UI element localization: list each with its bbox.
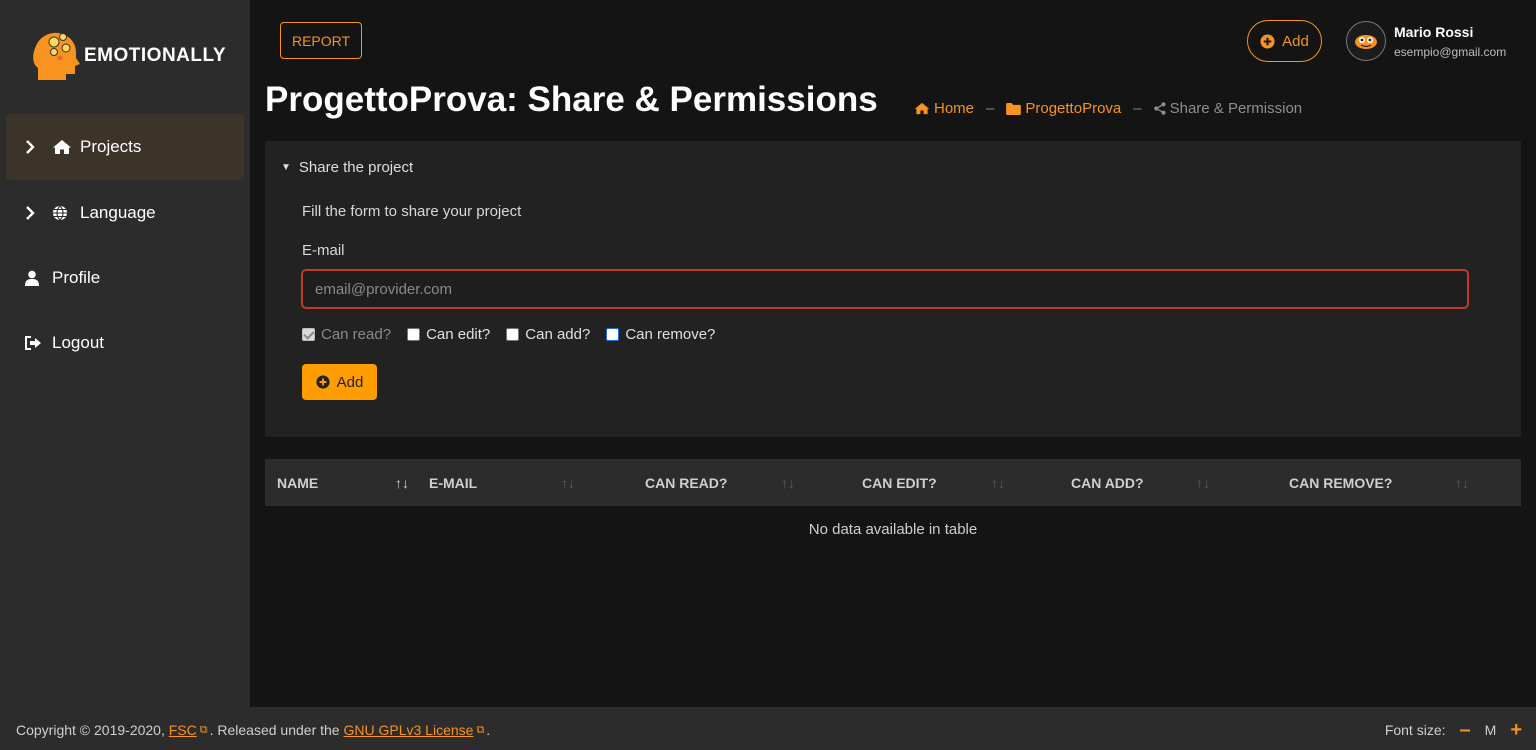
license-link[interactable]: GNU GPLv3 License: [343, 722, 473, 738]
user-info: Mario Rossi esempio@gmail.com: [1394, 24, 1506, 59]
page-title: ProgettoProva: Share & Permissions: [265, 80, 878, 119]
breadcrumb-label: ProgettoProva: [1025, 100, 1122, 117]
breadcrumb-project[interactable]: ProgettoProva: [1006, 100, 1121, 117]
sidebar-item-logout[interactable]: Logout: [6, 310, 244, 376]
user-menu[interactable]: Mario Rossi esempio@gmail.com: [1346, 20, 1526, 62]
breadcrumb-separator: –: [1133, 100, 1142, 117]
can-add-checkbox[interactable]: Can add?: [506, 326, 590, 343]
home-icon: [914, 102, 930, 115]
column-header-can-read[interactable]: CAN READ?: [645, 459, 727, 506]
sidebar-item-label: Logout: [52, 333, 104, 352]
checkbox-box[interactable]: [606, 328, 620, 341]
email-label: E-mail: [302, 242, 345, 259]
sidebar-item-profile[interactable]: Profile: [6, 245, 244, 311]
chevron-right-icon: [24, 139, 44, 155]
permission-checkboxes: Can read? Can edit? Can add? Can remove?: [302, 326, 731, 343]
sort-icon[interactable]: ↑↓: [991, 459, 1005, 506]
breadcrumb: Home – ProgettoProva – Share & Permissio…: [914, 100, 1302, 117]
plus-circle-icon: [316, 375, 330, 389]
breadcrumb-home[interactable]: Home: [914, 100, 974, 117]
share-project-summary: Share the project: [298, 159, 414, 176]
folder-icon: [1006, 102, 1022, 115]
user-icon: [24, 270, 44, 286]
column-header-can-edit[interactable]: CAN EDIT?: [862, 459, 937, 506]
column-header-email[interactable]: E-MAIL: [429, 459, 477, 506]
permissions-table: NAME ↑↓ E-MAIL ↑↓ CAN READ? ↑↓ CAN EDIT?…: [265, 459, 1521, 552]
email-field[interactable]: [301, 269, 1469, 309]
add-project-label: Add: [1282, 32, 1309, 50]
checkbox-box: [302, 328, 315, 341]
sidebar-item-label: Profile: [52, 268, 101, 287]
brand[interactable]: EMOTIONALLY: [30, 26, 240, 86]
home-icon: [52, 139, 72, 155]
font-size-increase-button[interactable]: +: [1510, 720, 1522, 740]
sort-icon[interactable]: ↑↓: [781, 459, 795, 506]
sidebar: EMOTIONALLY Projects Language Profile Lo…: [0, 0, 250, 707]
can-read-checkbox: Can read?: [302, 326, 391, 343]
avatar: [1346, 21, 1386, 61]
column-header-can-add[interactable]: CAN ADD?: [1071, 459, 1144, 506]
end-text: .: [486, 722, 491, 738]
user-name: Mario Rossi: [1394, 23, 1474, 40]
checkbox-label: Can remove?: [625, 326, 716, 343]
table-empty-message: No data available in table: [808, 520, 978, 538]
font-size-controls: Font size: – M +: [1385, 720, 1522, 740]
share-project-card: ▼ Share the project Fill the form to sha…: [265, 141, 1521, 437]
sidebar-item-label: Language: [80, 203, 156, 222]
footer-copyright: Copyright © 2019-2020, FSC ⧉ . Released …: [16, 722, 490, 738]
table-header: NAME ↑↓ E-MAIL ↑↓ CAN READ? ↑↓ CAN EDIT?…: [265, 459, 1521, 506]
column-header-name[interactable]: NAME: [277, 459, 318, 506]
column-header-can-remove[interactable]: CAN REMOVE?: [1289, 459, 1392, 506]
checkbox-label: Can edit?: [426, 326, 491, 343]
checkbox-label: Can read?: [321, 326, 392, 343]
sort-icon[interactable]: ↑↓: [561, 459, 575, 506]
sort-icon[interactable]: ↑↓: [1455, 459, 1469, 506]
sidebar-item-projects[interactable]: Projects: [6, 114, 244, 180]
form-description: Fill the form to share your project: [302, 203, 522, 220]
can-remove-checkbox[interactable]: Can remove?: [606, 326, 715, 343]
plus-circle-icon: [1260, 33, 1275, 49]
add-permission-label: Add: [336, 373, 364, 391]
footer: Copyright © 2019-2020, FSC ⧉ . Released …: [0, 707, 1536, 750]
checkbox-box[interactable]: [506, 328, 520, 341]
font-size-label: Font size:: [1384, 722, 1446, 738]
can-edit-checkbox[interactable]: Can edit?: [407, 326, 490, 343]
sidebar-item-label: Projects: [80, 137, 142, 156]
breadcrumb-current: Share & Permission: [1153, 100, 1303, 117]
breadcrumb-label: Home: [934, 100, 975, 117]
copyright-text: Copyright © 2019-2020,: [16, 722, 165, 738]
external-link-icon: ⧉: [199, 723, 208, 736]
font-size-current[interactable]: M: [1485, 722, 1497, 738]
sort-icon[interactable]: ↑↓: [1196, 459, 1210, 506]
user-email: esempio@gmail.com: [1394, 44, 1507, 59]
fsc-link[interactable]: FSC: [169, 722, 197, 738]
share-icon: [1153, 102, 1166, 115]
checkbox-box[interactable]: [407, 328, 421, 341]
sign-out-icon: [24, 335, 44, 351]
font-size-decrease-button[interactable]: –: [1460, 720, 1471, 740]
globe-icon: [52, 205, 72, 221]
external-link-icon: ⧉: [476, 723, 485, 736]
main-content: REPORT Add Mario Rossi esempio@gmail.com…: [250, 0, 1536, 707]
sidebar-item-language[interactable]: Language: [6, 180, 244, 246]
breadcrumb-label: Share & Permission: [1169, 100, 1303, 117]
released-text: . Released under the: [209, 722, 340, 738]
brand-name: EMOTIONALLY: [84, 45, 227, 66]
report-button[interactable]: REPORT: [280, 22, 362, 59]
sort-icon[interactable]: ↑↓: [395, 459, 409, 506]
add-permission-button[interactable]: Add: [302, 364, 377, 400]
breadcrumb-separator: –: [986, 100, 995, 117]
checkbox-label: Can add?: [525, 326, 591, 343]
brand-logo-icon: [30, 28, 80, 84]
add-project-button[interactable]: Add: [1247, 20, 1322, 62]
chevron-right-icon: [24, 205, 44, 221]
share-project-toggle[interactable]: ▼ Share the project: [281, 159, 413, 176]
caret-down-icon: ▼: [281, 162, 291, 173]
